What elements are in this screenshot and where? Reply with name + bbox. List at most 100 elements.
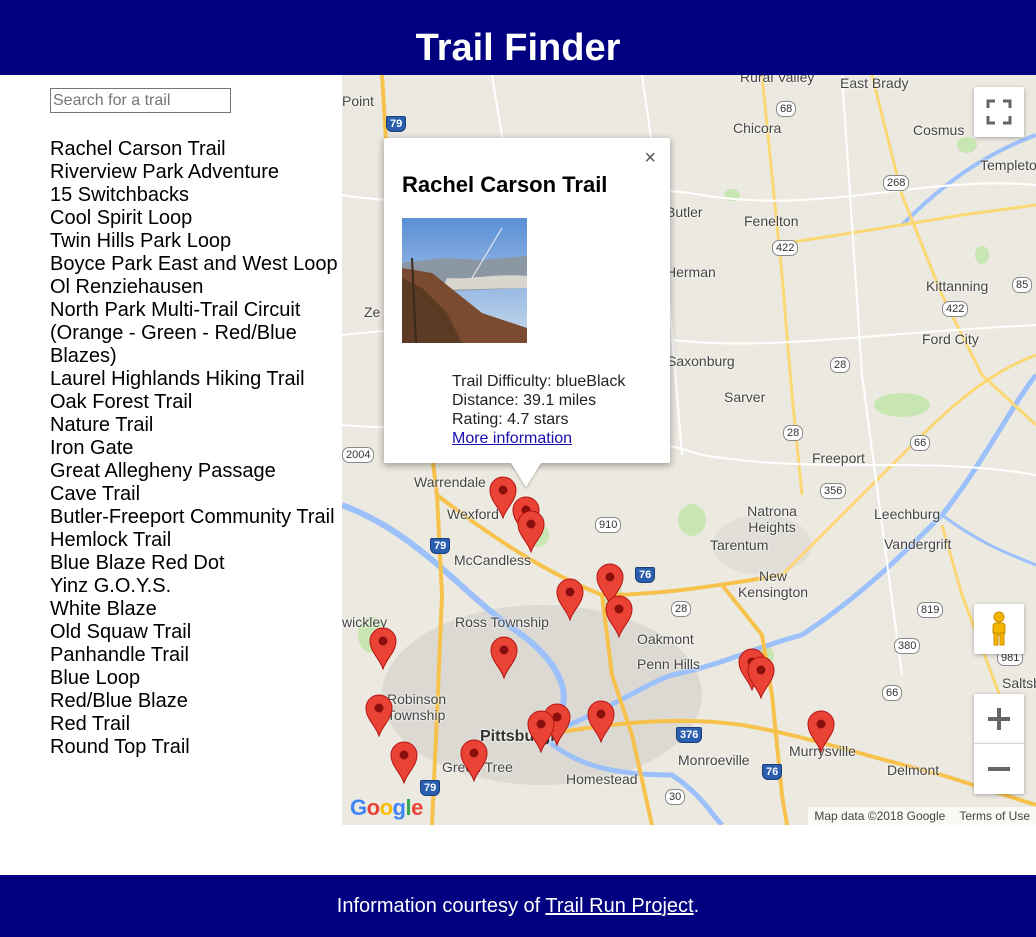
place-label: Fenelton [744,213,799,229]
trail-list-item[interactable]: Laurel Highlands Hiking Trail [50,368,342,391]
trail-list-item[interactable]: Blue Loop [50,667,342,690]
trail-search-input[interactable] [50,88,231,113]
close-icon[interactable]: × [644,146,656,170]
page-title: Trail Finder [415,27,621,69]
trail-marker[interactable] [389,740,419,784]
trail-list-item[interactable]: Hemlock Trail [50,529,342,552]
trail-list-item[interactable]: Boyce Park East and West Loop [50,253,342,276]
place-label: Ross Township [455,614,549,630]
route-shield: 910 [595,517,622,533]
place-label: Point [342,93,374,109]
trail-marker[interactable] [604,594,634,638]
trail-marker[interactable] [555,577,585,621]
trail-list-item[interactable]: Cave Trail [50,483,342,506]
route-shield: 68 [776,101,797,117]
place-label: Sarver [724,389,766,405]
trail-list-item[interactable]: Red/Blue Blaze [50,690,342,713]
trail-difficulty: Trail Difficulty: blueBlack [452,373,626,390]
trail-marker[interactable] [459,738,489,782]
zoom-out-button[interactable] [974,744,1024,794]
route-shield: 79 [430,538,451,554]
trail-marker[interactable] [516,509,546,553]
info-window-title: Rachel Carson Trail [402,172,608,197]
trail-photo [402,218,527,343]
minus-icon [988,767,1010,771]
trail-list-item[interactable]: Riverview Park Adventure [50,161,342,184]
place-label: Rural Valley [740,75,815,85]
zoom-in-button[interactable] [974,694,1024,744]
trail-marker[interactable] [586,699,616,743]
more-information-link[interactable]: More information [452,430,572,447]
trail-marker[interactable] [526,709,556,753]
trail-list-item[interactable]: Rachel Carson Trail [50,138,342,161]
trail-distance: Distance: 39.1 miles [452,392,597,409]
trail-list-item[interactable]: Ol Renziehausen [50,276,342,299]
trail-list-item[interactable]: Twin Hills Park Loop [50,230,342,253]
trail-list-item[interactable]: Red Trail [50,713,342,736]
trail-marker[interactable] [806,709,836,753]
route-shield: 79 [420,780,441,796]
trail-rating: Rating: 4.7 stars [452,411,569,428]
trail-list-item[interactable]: Old Squaw Trail [50,621,342,644]
route-shield: 422 [772,240,799,256]
trail-list-item[interactable]: Yinz G.O.Y.S. [50,575,342,598]
trail-list-item[interactable]: Round Top Trail [50,736,342,759]
route-shield: 66 [882,685,903,701]
trail-list-item[interactable]: Panhandle Trail [50,644,342,667]
place-label: Homestead [566,771,638,787]
place-label: Ze [364,304,381,320]
trail-list-item[interactable]: Nature Trail [50,414,342,437]
trail-marker[interactable] [746,655,776,699]
place-label: Saxonburg [667,353,735,369]
place-label: Monroeville [678,752,750,768]
place-label: Tarentum [710,537,769,553]
place-label: Kittanning [926,278,989,294]
trail-list-item[interactable]: Cool Spirit Loop [50,207,342,230]
route-shield: 819 [917,602,944,618]
terms-of-use-link[interactable]: Terms of Use [959,809,1030,823]
route-shield: 422 [942,301,969,317]
fullscreen-icon [986,99,1012,125]
site-header: Trail Finder [0,0,1036,75]
route-shield: 380 [894,638,921,654]
trail-run-project-link[interactable]: Trail Run Project [545,895,693,917]
place-label: Herman [666,264,716,280]
trail-list-item[interactable]: Oak Forest Trail [50,391,342,414]
trail-list-item[interactable]: Iron Gate [50,437,342,460]
route-shield: 2004 [342,447,375,463]
place-label: Chicora [733,120,782,136]
route-shield: 66 [910,435,931,451]
trail-details: Trail Difficulty: blueBlack Distance: 39… [452,372,625,448]
place-label: East Brady [840,75,909,91]
fullscreen-button[interactable] [974,87,1024,137]
map-attribution: Map data ©2018 Google Terms of Use [808,807,1036,825]
site-footer: Information courtesy of Trail Run Projec… [0,875,1036,937]
place-label: Ford City [922,331,979,347]
route-shield: 28 [830,357,851,373]
google-logo: Google [350,795,423,820]
street-view-button[interactable] [974,604,1024,654]
trail-map[interactable]: Rural Valley East Brady Chicora Cosmus T… [342,75,1036,825]
trail-list-item[interactable]: Butler-Freeport Community Trail [50,506,342,529]
place-label: Warrendale [414,474,486,490]
place-label: Robinson Township [387,691,447,723]
footer-text: Information courtesy of [336,895,546,917]
route-shield: 79 [386,116,407,132]
trail-info-window: × Rachel Carson Trail Trail Difficulty: … [384,138,670,487]
place-label: Cosmus [913,122,965,138]
trail-list-item[interactable]: Great Allegheny Passage [50,460,342,483]
trail-list-item[interactable]: Blue Blaze Red Dot [50,552,342,575]
place-label: Oakmont [637,631,694,647]
trail-marker[interactable] [364,693,394,737]
trail-marker[interactable] [489,635,519,679]
trail-list-item[interactable]: North Park Multi-Trail Circuit (Orange -… [50,299,342,368]
route-shield: 76 [635,567,656,583]
trail-list-item[interactable]: White Blaze [50,598,342,621]
route-shield: 76 [762,764,783,780]
trail-marker[interactable] [368,626,398,670]
trail-sidebar: Rachel Carson Trail Riverview Park Adven… [0,75,342,825]
trail-list-item[interactable]: 15 Switchbacks [50,184,342,207]
route-shield: 268 [883,175,910,191]
route-shield: 85 [1012,277,1033,293]
place-label: Templeton [980,157,1036,173]
